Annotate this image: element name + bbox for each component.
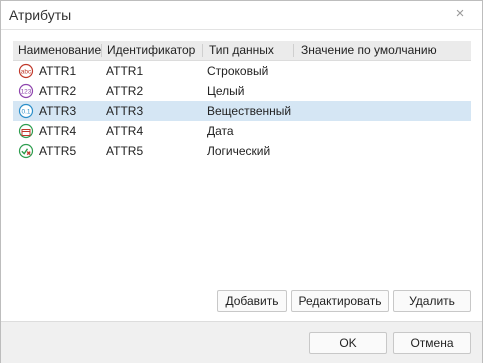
svg-text:0.1: 0.1 xyxy=(21,109,30,116)
column-header-data-type[interactable]: Тип данных xyxy=(205,41,297,60)
delete-button[interactable]: Удалить xyxy=(393,290,471,312)
cell-identifier: ATTR1 xyxy=(106,64,144,78)
cell-data-type: Строковый xyxy=(207,64,269,78)
column-separator[interactable] xyxy=(293,44,294,57)
date-type-icon xyxy=(18,123,34,139)
cell-identifier: ATTR5 xyxy=(106,144,144,158)
dialog-footer: OK Отмена xyxy=(1,321,482,363)
svg-text:abc: abc xyxy=(21,69,32,76)
boolean-type-icon xyxy=(18,143,34,159)
cell-name: ATTR2 xyxy=(39,84,77,98)
edit-button[interactable]: Редактировать xyxy=(291,290,389,312)
table-row[interactable]: ATTR4 ATTR4 Дата xyxy=(13,121,471,141)
cell-data-type: Логический xyxy=(207,144,271,158)
column-header-identifier[interactable]: Идентификатор xyxy=(103,41,205,60)
column-header-default-value[interactable]: Значение по умолчанию xyxy=(297,41,467,60)
attributes-table: Наименование Идентификатор Тип данных Зн… xyxy=(13,41,471,281)
dialog-titlebar: Атрибуты × xyxy=(1,1,482,30)
cell-data-type: Целый xyxy=(207,84,245,98)
cell-name: ATTR5 xyxy=(39,144,77,158)
table-row[interactable]: ATTR5 ATTR5 Логический xyxy=(13,141,471,161)
cell-name: ATTR4 xyxy=(39,124,77,138)
svg-text:123: 123 xyxy=(21,89,32,96)
attributes-dialog: Атрибуты × Наименование Идентификатор Ти… xyxy=(0,0,483,363)
cell-identifier: ATTR3 xyxy=(106,104,144,118)
real-type-icon: 0.1 xyxy=(18,103,34,119)
cell-identifier: ATTR4 xyxy=(106,124,144,138)
table-header: Наименование Идентификатор Тип данных Зн… xyxy=(13,41,471,61)
column-separator[interactable] xyxy=(202,44,203,57)
dialog-title: Атрибуты xyxy=(9,7,72,23)
cell-data-type: Дата xyxy=(207,124,234,138)
add-button[interactable]: Добавить xyxy=(217,290,287,312)
string-type-icon: abc xyxy=(18,63,34,79)
ok-button[interactable]: OK xyxy=(309,332,387,354)
cell-name: ATTR3 xyxy=(39,104,77,118)
integer-type-icon: 123 xyxy=(18,83,34,99)
column-separator[interactable] xyxy=(101,44,102,57)
cell-identifier: ATTR2 xyxy=(106,84,144,98)
cancel-button[interactable]: Отмена xyxy=(393,332,471,354)
cell-name: ATTR1 xyxy=(39,64,77,78)
table-row[interactable]: abc ATTR1 ATTR1 Строковый xyxy=(13,61,471,81)
table-row-selected[interactable]: 0.1 ATTR3 ATTR3 Вещественный xyxy=(13,101,471,121)
close-icon[interactable]: × xyxy=(452,6,468,22)
table-row[interactable]: 123 ATTR2 ATTR2 Целый xyxy=(13,81,471,101)
cell-data-type: Вещественный xyxy=(207,104,292,118)
column-header-name[interactable]: Наименование xyxy=(14,41,104,60)
